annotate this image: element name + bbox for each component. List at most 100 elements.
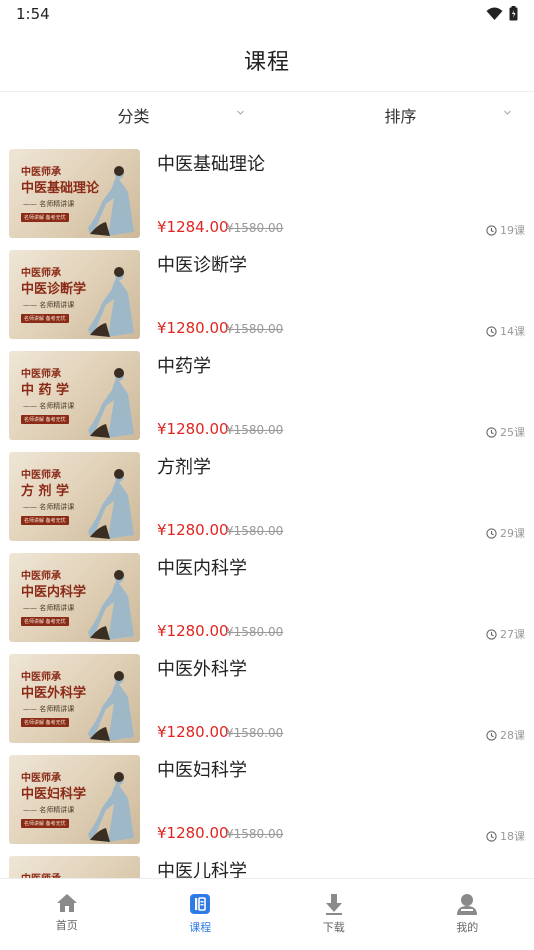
course-original-price: ¥1580.00	[226, 322, 284, 336]
course-name: 中医儿科学	[157, 861, 247, 878]
course-original-price: ¥1580.00	[226, 423, 284, 437]
course-original-price: ¥1580.00	[226, 524, 284, 538]
battery-icon	[509, 6, 518, 21]
course-original-price: ¥1580.00	[226, 726, 284, 740]
tab-home[interactable]: 首页	[0, 879, 134, 950]
tab-course[interactable]: 课程	[134, 879, 268, 950]
sort-filter-label: 排序	[384, 107, 417, 126]
course-thumbnail: 中医师承 中医诊断学 —— 名师精讲课 名师讲解 备考无忧	[9, 250, 140, 339]
thumb-series: 中医师承	[21, 773, 61, 784]
course-item[interactable]: 中医师承 中医内科学 —— 名师精讲课 名师讲解 备考无忧 中医内科学 ¥128…	[0, 548, 534, 649]
thumb-title: 中医外科学	[21, 686, 87, 701]
thumb-title: 中医妇科学	[21, 787, 87, 802]
clock-icon	[486, 729, 497, 741]
clock-icon	[486, 426, 497, 438]
course-name: 中医内科学	[157, 558, 247, 579]
thumb-series: 中医师承	[21, 470, 61, 481]
thumb-subtitle: —— 名师精讲课	[23, 402, 75, 410]
thumb-tag: 名师讲解 备考无忧	[21, 718, 69, 727]
course-thumbnail: 中医师承	[9, 856, 140, 878]
sort-filter-button[interactable]: 排序	[267, 92, 534, 138]
status-bar: 1:54	[0, 0, 534, 28]
course-list: 中医师承 中医基础理论 —— 名师精讲课 名师讲解 备考无忧 中医基础理论 ¥1…	[0, 144, 534, 878]
clock-icon	[486, 527, 497, 539]
lesson-count: 18课	[486, 828, 525, 844]
lesson-count-text: 19课	[500, 224, 525, 237]
course-item[interactable]: 中医师承 方 剂 学 —— 名师精讲课 名师讲解 备考无忧 方剂学 ¥1280.…	[0, 447, 534, 548]
course-item[interactable]: 中医师承 中医基础理论 —— 名师精讲课 名师讲解 备考无忧 中医基础理论 ¥1…	[0, 144, 534, 245]
lesson-count-text: 27课	[500, 628, 525, 641]
thumb-title: 中医诊断学	[21, 282, 87, 297]
scholar-illustration-icon	[88, 570, 134, 640]
course-price: ¥1280.00	[157, 319, 229, 337]
course-name: 中药学	[157, 356, 211, 377]
lesson-count-text: 28课	[500, 729, 525, 742]
scholar-illustration-icon	[88, 469, 134, 539]
course-item[interactable]: 中医师承 中医儿科学	[0, 851, 534, 878]
tab-download-label: 下载	[322, 921, 345, 934]
course-thumbnail: 中医师承 中医基础理论 —— 名师精讲课 名师讲解 备考无忧	[9, 149, 140, 238]
page-title: 课程	[243, 49, 290, 75]
course-thumbnail: 中医师承 中医内科学 —— 名师精讲课 名师讲解 备考无忧	[9, 553, 140, 642]
course-price: ¥1280.00	[157, 521, 229, 539]
lesson-count: 28课	[486, 727, 525, 743]
status-icons	[486, 6, 518, 21]
thumb-tag: 名师讲解 备考无忧	[21, 819, 69, 828]
clock-icon	[486, 325, 497, 337]
lesson-count: 29课	[486, 525, 525, 541]
course-thumbnail: 中医师承 方 剂 学 —— 名师精讲课 名师讲解 备考无忧	[9, 452, 140, 541]
lesson-count: 14课	[486, 323, 525, 339]
tab-profile[interactable]: 我的	[401, 879, 534, 950]
clock-icon	[486, 628, 497, 640]
category-filter-label: 分类	[117, 107, 150, 126]
course-name: 方剂学	[157, 457, 211, 478]
course-price: ¥1284.00	[157, 218, 229, 236]
tab-course-label: 课程	[189, 921, 212, 934]
clock-icon	[486, 830, 497, 842]
thumb-series: 中医师承	[21, 571, 61, 582]
tab-home-label: 首页	[55, 919, 78, 932]
thumb-tag: 名师讲解 备考无忧	[21, 415, 69, 424]
course-item[interactable]: 中医师承 中医妇科学 —— 名师精讲课 名师讲解 备考无忧 中医妇科学 ¥128…	[0, 750, 534, 851]
thumb-series: 中医师承	[21, 167, 61, 178]
category-filter-button[interactable]: 分类	[0, 92, 267, 138]
thumb-title: 中 药 学	[21, 383, 70, 398]
course-price: ¥1280.00	[157, 723, 229, 741]
thumb-tag: 名师讲解 备考无忧	[21, 516, 69, 525]
course-item[interactable]: 中医师承 中医外科学 —— 名师精讲课 名师讲解 备考无忧 中医外科学 ¥128…	[0, 649, 534, 750]
bottom-tab-bar: 首页 课程 下载 我的	[0, 878, 534, 950]
course-original-price: ¥1580.00	[226, 827, 284, 841]
course-item[interactable]: 中医师承 中 药 学 —— 名师精讲课 名师讲解 备考无忧 中药学 ¥1280.…	[0, 346, 534, 447]
lesson-count: 27课	[486, 626, 525, 642]
thumb-series: 中医师承	[21, 870, 61, 878]
tab-download[interactable]: 下载	[267, 879, 401, 950]
course-price: ¥1280.00	[157, 622, 229, 640]
thumb-subtitle: —— 名师精讲课	[23, 806, 75, 814]
thumb-tag: 名师讲解 备考无忧	[21, 213, 69, 222]
thumb-title: 中医内科学	[21, 585, 87, 600]
lesson-count-text: 14课	[500, 325, 525, 338]
course-book-icon	[190, 894, 211, 914]
lesson-count: 25课	[486, 424, 525, 440]
lesson-count-text: 25课	[500, 426, 525, 439]
scholar-illustration-icon	[88, 772, 134, 842]
course-name: 中医基础理论	[157, 154, 265, 175]
course-name: 中医诊断学	[157, 255, 247, 276]
thumb-tag: 名师讲解 备考无忧	[21, 314, 69, 323]
course-item[interactable]: 中医师承 中医诊断学 —— 名师精讲课 名师讲解 备考无忧 中医诊断学 ¥128…	[0, 245, 534, 346]
thumb-subtitle: —— 名师精讲课	[23, 301, 75, 309]
tab-profile-label: 我的	[456, 921, 479, 934]
thumb-series: 中医师承	[21, 672, 61, 683]
course-original-price: ¥1580.00	[226, 221, 284, 235]
scholar-illustration-icon	[88, 368, 134, 438]
home-icon	[56, 894, 77, 912]
course-price: ¥1280.00	[157, 420, 229, 438]
thumb-tag: 名师讲解 备考无忧	[21, 617, 69, 626]
thumb-subtitle: —— 名师精讲课	[23, 200, 75, 208]
course-thumbnail: 中医师承 中医外科学 —— 名师精讲课 名师讲解 备考无忧	[9, 654, 140, 743]
scholar-illustration-icon	[88, 166, 134, 236]
filter-bar: 分类 排序	[0, 92, 534, 138]
course-original-price: ¥1580.00	[226, 625, 284, 639]
status-time: 1:54	[16, 5, 50, 23]
course-price: ¥1280.00	[157, 824, 229, 842]
